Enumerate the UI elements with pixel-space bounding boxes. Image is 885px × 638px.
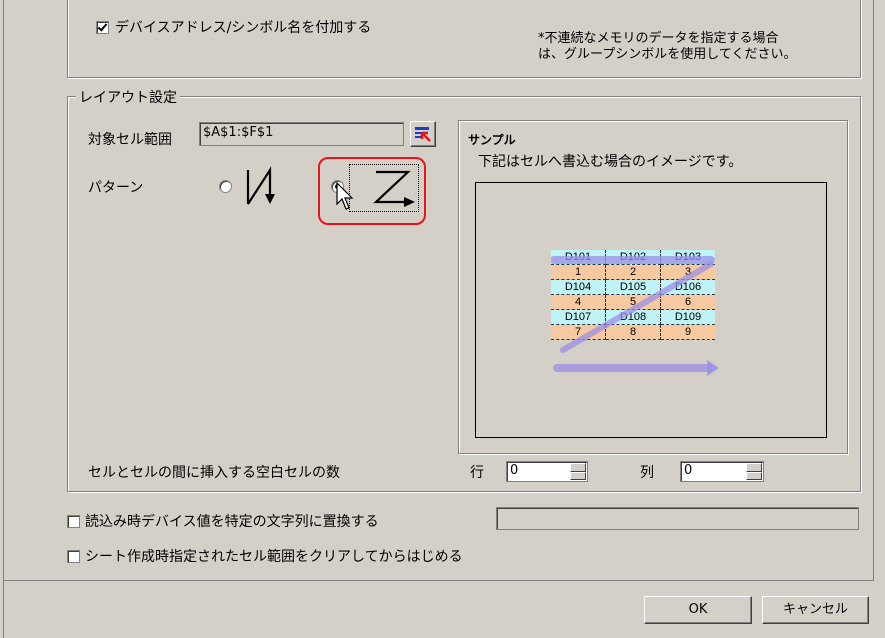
replace-field[interactable] — [496, 507, 859, 530]
col-stepper[interactable]: 0 — [680, 461, 764, 482]
row-stepper[interactable]: 0 — [506, 461, 588, 482]
sample-cell: D107 — [551, 309, 606, 325]
sample-cell: 4 — [551, 294, 606, 310]
sample-grid: D101 D102 D103 1 2 3 D104 D105 D106 4 5 … — [551, 250, 715, 340]
sample-cell: 5 — [605, 294, 661, 310]
range-label: 対象セル範囲 — [88, 132, 172, 148]
clear-label: シート作成時指定されたセル範囲をクリアしてからはじめる — [85, 549, 463, 565]
col-value: 0 — [684, 463, 693, 478]
range-field[interactable]: $A$1:$F$1 — [199, 122, 404, 146]
sample-title: サンプル — [468, 133, 516, 147]
cancel-button[interactable]: キャンセル — [762, 596, 869, 624]
sample-grid-wrapper: D101 D102 D103 1 2 3 D104 D105 D106 4 5 … — [551, 250, 715, 340]
sample-row: 4 5 6 — [551, 294, 715, 310]
replace-label: 読込み時デバイス値を特定の文字列に置換する — [85, 514, 379, 530]
layout-group-title: レイアウト設定 — [76, 87, 180, 107]
sample-cell: 8 — [605, 324, 661, 340]
pattern-vertical-icon — [246, 166, 275, 205]
panel-border-bottom — [3, 580, 874, 581]
sample-cell: D104 — [551, 279, 606, 295]
device-address-label: デバイスアドレス/シンボル名を付加する — [115, 20, 372, 36]
sample-cell: D102 — [605, 250, 661, 265]
row-spin[interactable] — [570, 463, 586, 480]
sample-row: D107 D108 D109 — [551, 309, 715, 325]
sample-cell: D108 — [605, 309, 661, 325]
sample-cell: 6 — [660, 294, 715, 310]
sample-row: D101 D102 D103 — [551, 250, 715, 265]
sample-cell: D101 — [551, 250, 606, 265]
chevron-down-icon[interactable] — [570, 471, 586, 480]
row-label: 行 — [470, 465, 484, 481]
replace-checkbox[interactable] — [67, 515, 80, 528]
col-spin[interactable] — [746, 463, 762, 480]
sample-cell: D105 — [605, 279, 661, 295]
sample-row: D104 D105 D106 — [551, 279, 715, 295]
sample-row: 7 8 9 — [551, 324, 715, 340]
sample-cell: D106 — [660, 279, 715, 295]
sample-cell: 7 — [551, 324, 606, 340]
sample-cell: 1 — [551, 264, 606, 280]
col-label: 列 — [640, 465, 654, 481]
note-line2: は、グループシンボルを使用してください。 — [538, 47, 797, 62]
device-address-checkbox[interactable] — [96, 21, 109, 34]
chevron-up-icon[interactable] — [746, 463, 762, 472]
sample-description: 下記はセルへ書込む場合のイメージです。 — [478, 154, 743, 170]
range-select-button[interactable] — [410, 121, 436, 147]
mouse-cursor-icon — [336, 182, 354, 210]
sample-cell: 3 — [660, 264, 715, 280]
sample-cell: 9 — [660, 324, 715, 340]
row-value: 0 — [510, 463, 519, 478]
clear-checkbox[interactable] — [67, 550, 80, 563]
panel-border-right — [873, 0, 874, 580]
gap-label: セルとセルの間に挿入する空白セルの数 — [88, 465, 340, 481]
ok-button[interactable]: OK — [644, 596, 752, 624]
sample-cell: 2 — [605, 264, 661, 280]
sample-cell: D109 — [660, 309, 715, 325]
dialog-frame-left — [0, 0, 4, 638]
range-select-icon — [415, 127, 431, 142]
sample-cell: D103 — [660, 250, 715, 265]
pattern-horizontal-icon — [373, 170, 415, 207]
pattern-label: パターン — [88, 180, 144, 196]
chevron-down-icon[interactable] — [746, 471, 762, 480]
sample-row: 1 2 3 — [551, 264, 715, 280]
chevron-up-icon[interactable] — [570, 463, 586, 472]
pattern-1-radio[interactable] — [219, 180, 232, 193]
